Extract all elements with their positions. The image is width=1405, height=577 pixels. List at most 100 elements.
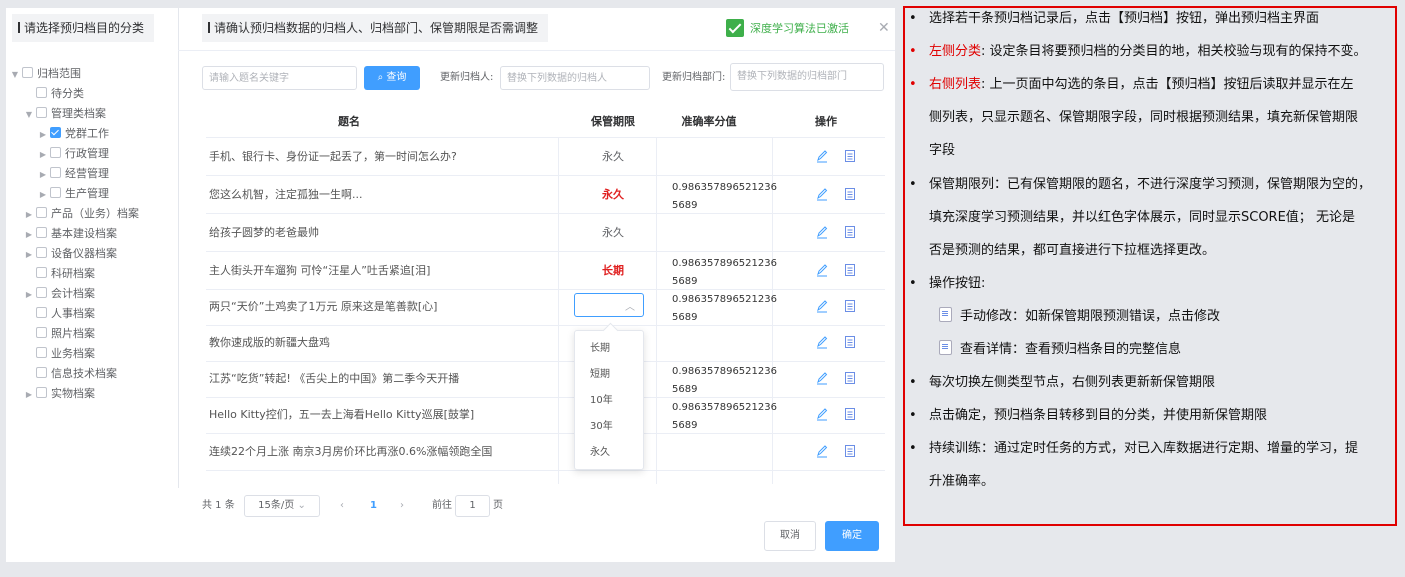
checkbox[interactable] — [36, 267, 47, 278]
tree-node-business[interactable]: 业务档案 — [24, 345, 95, 363]
row-title: 您这么机智，注定孤独一生啊... — [209, 188, 363, 201]
row-title: 给孩子圆梦的老爸最帅 — [209, 226, 319, 239]
tree-node-admin[interactable]: ▶ 行政管理 — [38, 145, 109, 163]
row-period[interactable]: 永久 — [564, 138, 662, 175]
checkbox[interactable] — [22, 67, 33, 78]
note-item: • 左侧分类: 设定条目将要预归档的分类目的地，相关校验与现有的保持不变。 — [909, 44, 1367, 59]
tree-node-physical[interactable]: ▶ 实物档案 — [24, 385, 95, 403]
query-button[interactable]: ⌕ 查询 — [364, 66, 420, 90]
detail-icon[interactable] — [844, 187, 856, 201]
table-row: 教你速成版的新疆大盘鸡 — [206, 324, 885, 362]
check-icon — [726, 19, 744, 37]
row-period[interactable]: 永久 — [564, 176, 662, 213]
note-item: • 持续训练：通过定时任务的方式，对已入库数据进行定期、增量的学习，提 — [909, 441, 1359, 456]
page-size-select[interactable]: 15条/页 ⌄ — [244, 495, 320, 517]
tree-node-unclassified[interactable]: 待分类 — [24, 85, 84, 103]
checkbox[interactable] — [36, 367, 47, 378]
tree-node-production[interactable]: ▶ 生产管理 — [38, 185, 109, 203]
edit-icon[interactable] — [816, 187, 828, 201]
edit-icon[interactable] — [816, 225, 828, 239]
goto-page-input[interactable]: 1 — [455, 495, 490, 517]
algo-status-badge: 深度学习算法已激活 — [726, 19, 849, 39]
tree-node-management[interactable]: ▼ 管理类档案 — [24, 105, 106, 123]
tree-node-accounting[interactable]: ▶ 会计档案 — [24, 285, 95, 303]
period-select[interactable]: ︿ — [574, 293, 644, 317]
detail-icon[interactable] — [844, 299, 856, 313]
checkbox[interactable] — [36, 287, 47, 298]
close-icon[interactable]: ✕ — [878, 20, 890, 36]
option-10-years[interactable]: 10年 — [590, 391, 613, 411]
edit-icon[interactable] — [816, 407, 828, 421]
next-page-icon[interactable]: › — [400, 494, 404, 518]
chevron-up-icon: ︿ — [625, 302, 635, 313]
caret-right-icon: ▶ — [39, 170, 47, 179]
pre-archive-dialog: 请选择预归档目的分类 ▼ 归档范围 待分类 ▼ 管理类档案 ▶ 党群工作 ▶ 行政管理 … — [6, 8, 895, 562]
checkbox-checked[interactable] — [50, 127, 61, 138]
checkbox[interactable] — [50, 167, 61, 178]
checkbox[interactable] — [36, 387, 47, 398]
option-short-term[interactable]: 短期 — [590, 365, 610, 385]
checkbox[interactable] — [36, 87, 47, 98]
col-header-title: 题名 — [338, 115, 360, 128]
caret-right-icon: ▶ — [25, 230, 33, 239]
detail-icon[interactable] — [844, 335, 856, 349]
tree-node-personnel[interactable]: 人事档案 — [24, 305, 95, 323]
checkbox[interactable] — [36, 347, 47, 358]
option-permanent[interactable]: 永久 — [590, 443, 610, 463]
tree-node-construction[interactable]: ▶ 基本建设档案 — [24, 225, 117, 243]
option-30-years[interactable]: 30年 — [590, 417, 613, 437]
tree-node-operation[interactable]: ▶ 经营管理 — [38, 165, 109, 183]
edit-icon[interactable] — [816, 263, 828, 277]
current-page[interactable]: 1 — [370, 494, 377, 518]
row-score: 0.9863578965212365689 — [672, 182, 777, 211]
note-item: 填充深度学习预测结果，并以红色字体展示，同时显示SCORE值； 无论是 — [929, 210, 1355, 225]
confirm-button[interactable]: 确定 — [825, 521, 879, 551]
checkbox[interactable] — [50, 187, 61, 198]
caret-right-icon: ▶ — [25, 250, 33, 259]
tree-node-equipment[interactable]: ▶ 设备仪器档案 — [24, 245, 117, 263]
row-period[interactable]: 长期 — [564, 252, 662, 289]
edit-icon[interactable] — [816, 371, 828, 385]
detail-icon[interactable] — [844, 263, 856, 277]
tree-node-archive-scope[interactable]: ▼ 归档范围 — [10, 65, 81, 83]
checkbox[interactable] — [36, 227, 47, 238]
tree-node-research[interactable]: 科研档案 — [24, 265, 95, 283]
checkbox[interactable] — [36, 327, 47, 338]
caret-right-icon: ▶ — [25, 210, 33, 219]
checkbox[interactable] — [36, 207, 47, 218]
tree-node-photo[interactable]: 照片档案 — [24, 325, 95, 343]
option-long-term[interactable]: 长期 — [590, 339, 610, 359]
edit-icon[interactable] — [816, 444, 828, 458]
update-dept-input[interactable]: 替换下列数据的归档部门 — [730, 63, 884, 91]
note-item: • 右侧列表: 上一页面中勾选的条目，点击【预归档】按钮后读取并显示在左 — [909, 77, 1354, 92]
edit-icon[interactable] — [816, 299, 828, 313]
title-search-input[interactable]: 请输入题名关键字 — [202, 66, 357, 90]
prev-page-icon[interactable]: ‹ — [340, 494, 344, 518]
detail-icon[interactable] — [844, 149, 856, 163]
update-person-input[interactable]: 替换下列数据的归档人 — [500, 66, 650, 90]
checkbox[interactable] — [36, 307, 47, 318]
edit-icon[interactable] — [816, 149, 828, 163]
detail-icon[interactable] — [844, 407, 856, 421]
tree-node-it[interactable]: 信息技术档案 — [24, 365, 117, 383]
edit-icon[interactable] — [816, 335, 828, 349]
checkbox[interactable] — [36, 247, 47, 258]
note-item: • 每次切换左侧类型节点，右侧列表更新新保管期限 — [909, 375, 1216, 390]
note-item: 否是预测的结果，都可直接进行下拉框选择更改。 — [929, 243, 1216, 258]
note-item: • 点击确定，预归档条目转移到目的分类，并使用新保管期限 — [909, 408, 1268, 423]
tree-node-party-work[interactable]: ▶ 党群工作 — [38, 125, 109, 143]
col-header-actions: 操作 — [815, 115, 837, 128]
detail-icon — [939, 340, 952, 355]
detail-icon[interactable] — [844, 225, 856, 239]
tree-node-product[interactable]: ▶ 产品（业务）档案 — [24, 205, 139, 223]
checkbox[interactable] — [36, 107, 47, 118]
detail-icon[interactable] — [844, 444, 856, 458]
cancel-button[interactable]: 取消 — [764, 521, 816, 551]
col-header-score: 准确率分值 — [681, 115, 737, 128]
checkbox[interactable] — [50, 147, 61, 158]
detail-icon[interactable] — [844, 371, 856, 385]
caret-right-icon: ▶ — [25, 390, 33, 399]
row-title: 教你速成版的新疆大盘鸡 — [209, 336, 330, 349]
row-period[interactable]: 永久 — [564, 214, 662, 251]
row-title: Hello Kitty控们，五一去上海看Hello Kitty巡展[鼓掌] — [209, 408, 475, 421]
